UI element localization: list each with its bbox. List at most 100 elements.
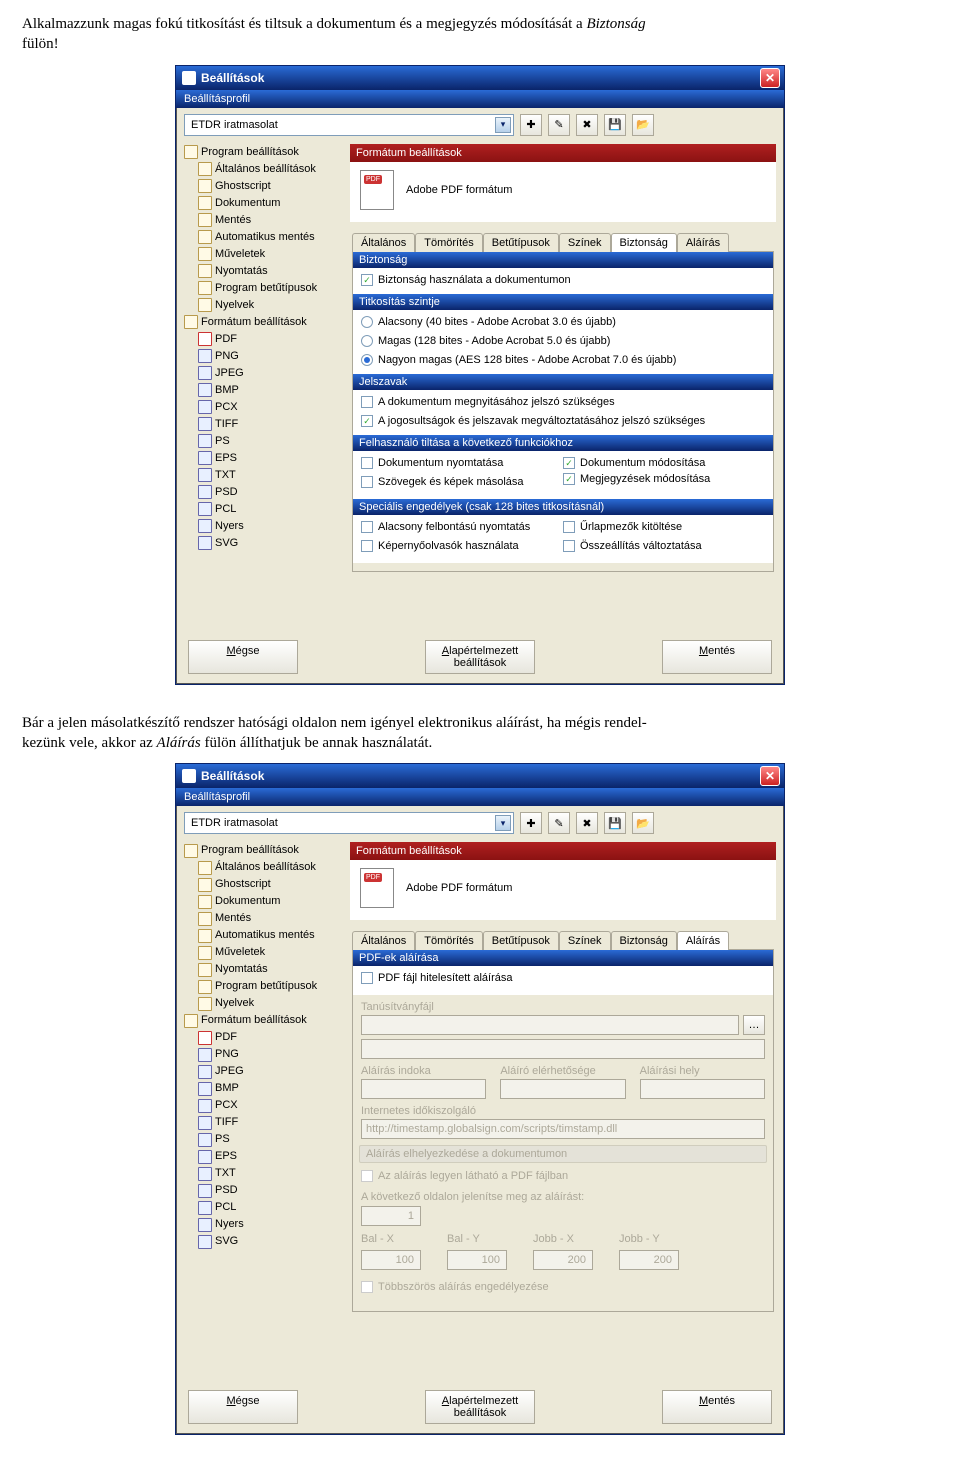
tree-item[interactable]: JPEG <box>184 365 344 382</box>
tree-item[interactable]: PSD <box>184 484 344 501</box>
pw-open-checkbox[interactable]: A dokumentum megnyitásához jelszó szüksé… <box>361 394 615 410</box>
profile-edit-icon[interactable]: ✎ <box>548 812 570 834</box>
tree-item[interactable]: Mentés <box>184 212 344 229</box>
enc-vhigh-radio[interactable]: Nagyon magas (AES 128 bites - Adobe Acro… <box>361 352 676 368</box>
cert-file-field[interactable] <box>361 1015 739 1035</box>
profile-edit-icon[interactable]: ✎ <box>548 114 570 136</box>
tree-item[interactable]: PS <box>184 1131 344 1148</box>
tree-item[interactable]: Ghostscript <box>184 876 344 893</box>
tree-root-format[interactable]: Formátum beállítások <box>184 314 344 331</box>
enc-low-radio[interactable]: Alacsony (40 bites - Adobe Acrobat 3.0 é… <box>361 314 616 330</box>
tree-item[interactable]: SVG <box>184 1233 344 1250</box>
cancel-button[interactable]: Mégse <box>188 1390 298 1424</box>
tree-item[interactable]: TIFF <box>184 1114 344 1131</box>
close-icon[interactable]: ✕ <box>760 68 780 88</box>
tree-item[interactable]: Nyelvek <box>184 297 344 314</box>
tree-root-program[interactable]: Program beállítások <box>184 842 344 859</box>
profile-open-icon[interactable]: 📂 <box>632 812 654 834</box>
titlebar[interactable]: Beállítások ✕ <box>176 764 784 788</box>
profile-select[interactable]: ETDR iratmasolat ▾ <box>184 114 514 136</box>
tree-item[interactable]: PNG <box>184 348 344 365</box>
chevron-down-icon[interactable]: ▾ <box>495 117 511 133</box>
tree-item[interactable]: TIFF <box>184 416 344 433</box>
tab-altalanos[interactable]: Általános <box>352 931 415 950</box>
tree-item[interactable]: Műveletek <box>184 246 344 263</box>
profile-delete-icon[interactable]: ✖ <box>576 114 598 136</box>
profile-delete-icon[interactable]: ✖ <box>576 812 598 834</box>
tree-item[interactable]: SVG <box>184 535 344 552</box>
tab-alairas[interactable]: Aláírás <box>677 233 729 252</box>
tab-tomorites[interactable]: Tömörítés <box>415 931 483 950</box>
tree-root-program[interactable]: Program beállítások <box>184 144 344 161</box>
tree-item[interactable]: PCL <box>184 1199 344 1216</box>
tree-item[interactable]: Mentés <box>184 910 344 927</box>
chevron-down-icon[interactable]: ▾ <box>495 815 511 831</box>
sp-lowres-checkbox[interactable]: Alacsony felbontású nyomtatás <box>361 519 530 535</box>
profile-add-icon[interactable]: ✚ <box>520 812 542 834</box>
block-copy-checkbox[interactable]: Szövegek és képek másolása <box>361 474 524 490</box>
location-field[interactable] <box>640 1079 765 1099</box>
tree-item[interactable]: PCL <box>184 501 344 518</box>
tree-item[interactable]: PCX <box>184 1097 344 1114</box>
tree-item[interactable]: TXT <box>184 467 344 484</box>
tree-item[interactable]: BMP <box>184 382 344 399</box>
tab-szinek[interactable]: Színek <box>559 931 611 950</box>
tab-tomorites[interactable]: Tömörítés <box>415 233 483 252</box>
tab-szinek[interactable]: Színek <box>559 233 611 252</box>
defaults-button[interactable]: Alapértelmezettbeállítások <box>425 1390 535 1424</box>
tree-item[interactable]: EPS <box>184 450 344 467</box>
sign-enable-checkbox[interactable]: PDF fájl hitelesített aláírása <box>361 970 513 986</box>
profile-save-icon[interactable]: 💾 <box>604 114 626 136</box>
defaults-button[interactable]: Alapértelmezettbeállítások <box>425 640 535 674</box>
tree-item[interactable]: Ghostscript <box>184 178 344 195</box>
titlebar[interactable]: Beállítások ✕ <box>176 66 784 90</box>
timeserver-field[interactable]: http://timestamp.globalsign.com/scripts/… <box>361 1119 765 1139</box>
tree-item[interactable]: Nyers <box>184 518 344 535</box>
tree-item[interactable]: TXT <box>184 1165 344 1182</box>
profile-add-icon[interactable]: ✚ <box>520 114 542 136</box>
tree-item[interactable]: JPEG <box>184 1063 344 1080</box>
tree-item[interactable]: Nyelvek <box>184 995 344 1012</box>
block-print-checkbox[interactable]: Dokumentum nyomtatása <box>361 455 503 471</box>
tree-item[interactable]: Automatikus mentés <box>184 927 344 944</box>
sp-screen-checkbox[interactable]: Képernyőolvasók használata <box>361 538 519 554</box>
tree-root-format[interactable]: Formátum beállítások <box>184 1012 344 1029</box>
tree-item[interactable]: Program betűtípusok <box>184 280 344 297</box>
tab-alairas[interactable]: Aláírás <box>677 931 729 950</box>
sp-assemble-checkbox[interactable]: Összeállítás változtatása <box>563 538 702 554</box>
tree-item[interactable]: PCX <box>184 399 344 416</box>
pw-perm-checkbox[interactable]: ✓A jogosultságok és jelszavak megváltozt… <box>361 413 705 429</box>
profile-open-icon[interactable]: 📂 <box>632 114 654 136</box>
tab-altalanos[interactable]: Általános <box>352 233 415 252</box>
tab-biztonsag[interactable]: Biztonság <box>611 233 677 252</box>
profile-save-icon[interactable]: 💾 <box>604 812 626 834</box>
cert-pw-field[interactable] <box>361 1039 765 1059</box>
close-icon[interactable]: ✕ <box>760 766 780 786</box>
tree-item[interactable]: PDF <box>184 331 344 348</box>
block-comments-checkbox[interactable]: ✓Megjegyzések módosítása <box>563 471 710 487</box>
block-modify-checkbox[interactable]: ✓Dokumentum módosítása <box>563 455 705 471</box>
tab-betutipusok[interactable]: Betűtípusok <box>483 233 559 252</box>
sp-form-checkbox[interactable]: Űrlapmezők kitöltése <box>563 519 682 535</box>
tree-item[interactable]: Általános beállítások <box>184 161 344 178</box>
tree-item[interactable]: Dokumentum <box>184 195 344 212</box>
nav-tree[interactable]: Program beállítások Általános beállításo… <box>184 144 344 624</box>
tree-item[interactable]: Nyomtatás <box>184 263 344 280</box>
use-security-checkbox[interactable]: ✓Biztonság használata a dokumentumon <box>361 272 571 288</box>
save-button[interactable]: Mentés <box>662 640 772 674</box>
reason-field[interactable] <box>361 1079 486 1099</box>
enc-high-radio[interactable]: Magas (128 bites - Adobe Acrobat 5.0 és … <box>361 333 610 349</box>
cancel-button[interactable]: Mégse <box>188 640 298 674</box>
tab-betutipusok[interactable]: Betűtípusok <box>483 931 559 950</box>
tree-item[interactable]: EPS <box>184 1148 344 1165</box>
tree-item[interactable]: Nyers <box>184 1216 344 1233</box>
tree-item[interactable]: Program betűtípusok <box>184 978 344 995</box>
tree-item[interactable]: Dokumentum <box>184 893 344 910</box>
tree-item[interactable]: Műveletek <box>184 944 344 961</box>
save-button[interactable]: Mentés <box>662 1390 772 1424</box>
tree-item[interactable]: Nyomtatás <box>184 961 344 978</box>
tree-item[interactable]: Általános beállítások <box>184 859 344 876</box>
tree-item[interactable]: Automatikus mentés <box>184 229 344 246</box>
tree-item[interactable]: PSD <box>184 1182 344 1199</box>
tab-biztonsag[interactable]: Biztonság <box>611 931 677 950</box>
